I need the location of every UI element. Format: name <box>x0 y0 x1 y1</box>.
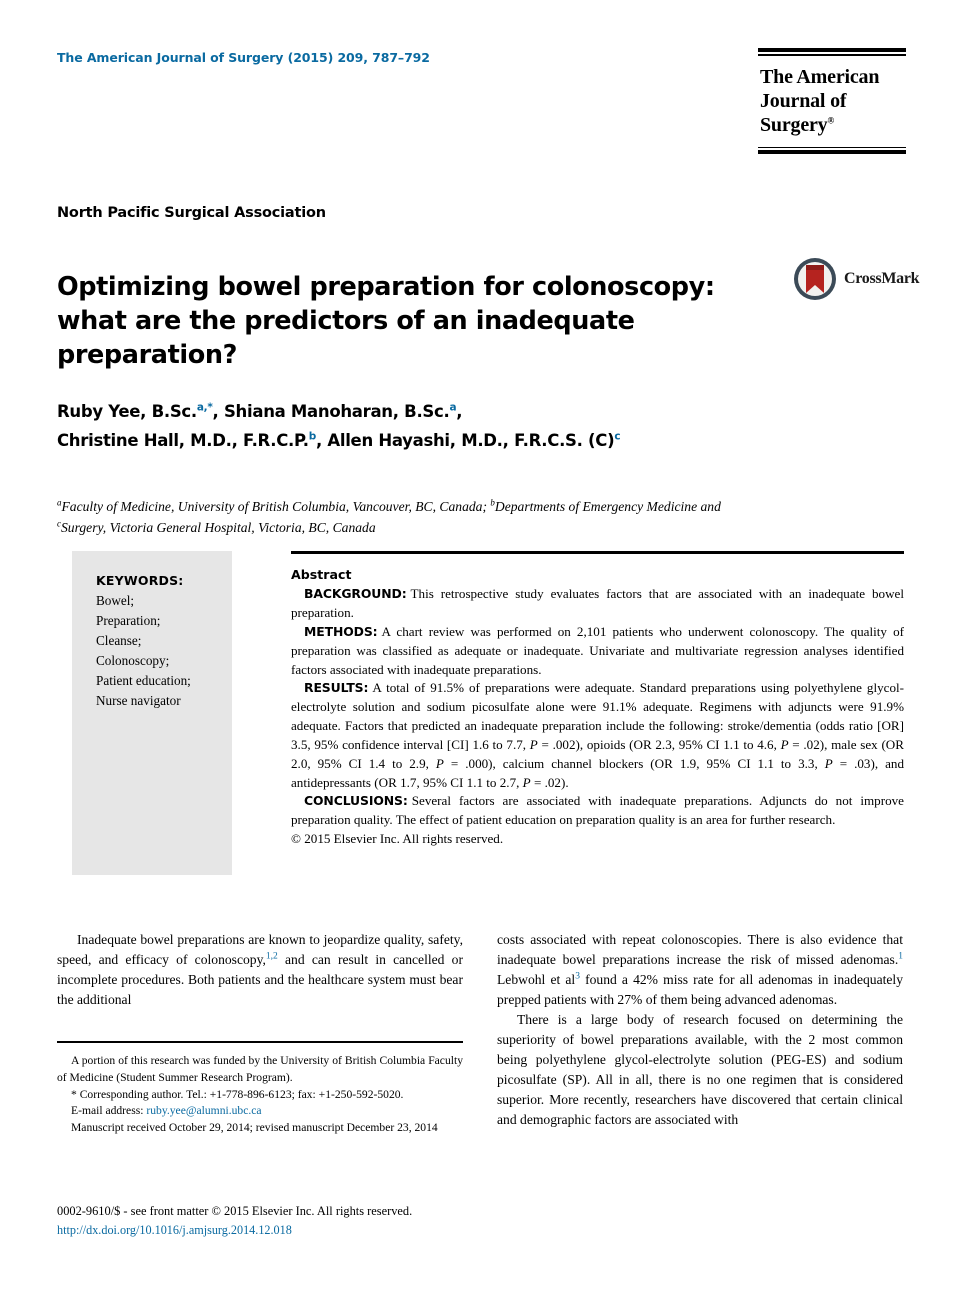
p-value-italic: P <box>824 755 833 771</box>
issn-line: 0002-9610/$ - see front matter © 2015 El… <box>57 1204 413 1218</box>
affiliation-b: Departments of Emergency Medicine and <box>494 499 721 514</box>
keyword-item: Patient education; <box>96 673 191 689</box>
crossmark-label: CrossMark <box>844 270 920 287</box>
abstract-results-text-2: = .002), opioids (OR 2.3, 95% CI 1.1 to … <box>537 736 781 752</box>
author-sep-3: , <box>315 430 328 450</box>
keyword-item: Colonoscopy; <box>96 653 170 669</box>
abstract-conclusions: CONCLUSIONS: Several factors are associat… <box>291 792 904 830</box>
p-value-italic: P <box>780 736 789 752</box>
email-link[interactable]: ruby.yee@alumni.ubc.ca <box>146 1104 261 1117</box>
author-line-1: Ruby Yee, B.Sc.a,*, Shiana Manoharan, B.… <box>57 398 757 427</box>
keyword-item: Bowel; <box>96 593 135 608</box>
author-name-4: Allen Hayashi, M.D., F.R.C.S. (C) <box>327 430 615 450</box>
footnotes: A portion of this research was funded by… <box>57 1053 463 1137</box>
author-name-2: Shiana Manoharan, B.Sc. <box>223 402 450 421</box>
keywords-list: Bowel; Preparation; Cleanse; Colonoscopy… <box>96 591 232 711</box>
abstract-background: BACKGROUND: This retrospective study eval… <box>291 585 904 623</box>
abstract-methods: METHODS: A chart review was performed on … <box>291 623 904 680</box>
author-sep-2: , <box>456 402 463 421</box>
body-column-left: Inadequate bowel preparations are known … <box>57 930 463 1010</box>
p-value-italic: P <box>435 755 444 771</box>
crossmark-icon <box>794 258 836 300</box>
keyword-item: Nurse navigator <box>96 693 181 709</box>
author-affil-marker-3: b <box>308 430 317 443</box>
corresponding-author-note: * Corresponding author. Tel.: +1-778-896… <box>57 1087 463 1104</box>
crossmark-badge[interactable]: CrossMark <box>793 256 920 302</box>
corresponding-text: Corresponding author. Tel.: +1-778-896-6… <box>79 1087 404 1101</box>
author-name-1: Ruby Yee, B.Sc. <box>57 402 197 421</box>
body-text: Lebwohl et al <box>497 971 576 987</box>
keyword-item: Preparation; <box>96 613 161 629</box>
abstract-results-text-4: = .000), calcium channel blockers (OR 1.… <box>443 755 825 771</box>
journal-article-page: The American Journal of Surgery (2015) 2… <box>0 0 960 1290</box>
author-affil-marker-1: a,* <box>196 401 213 414</box>
footnote-divider <box>57 1041 463 1043</box>
keywords-title: KEYWORDS: <box>96 573 184 588</box>
keyword-item: Cleanse; <box>96 633 142 649</box>
manuscript-dates: Manuscript received October 29, 2014; re… <box>71 1121 438 1135</box>
author-affil-marker-4: c <box>614 430 621 443</box>
body-paragraph: costs associated with repeat colonoscopi… <box>497 930 903 1010</box>
logo-text: The American Journal of Surgery® <box>758 56 906 147</box>
page-title: Optimizing bowel preparation for colonos… <box>57 272 715 371</box>
body-paragraph: There is a large body of research focuse… <box>497 1011 903 1127</box>
abstract-background-label: BACKGROUND: <box>304 586 407 602</box>
body-paragraph: Inadequate bowel preparations are known … <box>57 930 463 1010</box>
logo-line-1: The American <box>760 65 880 88</box>
citation-ref[interactable]: 1,2 <box>266 951 278 961</box>
registered-mark: ® <box>827 115 835 126</box>
citation-ref[interactable]: 1 <box>898 951 903 961</box>
abstract-conclusions-label: CONCLUSIONS: <box>304 793 408 809</box>
abstract-results-label: RESULTS: <box>304 680 369 696</box>
author-list: Ruby Yee, B.Sc.a,*, Shiana Manoharan, B.… <box>57 398 757 456</box>
affiliation-a: Faculty of Medicine, University of Briti… <box>61 499 491 514</box>
abstract-section: Abstract BACKGROUND: This retrospective s… <box>291 566 904 849</box>
logo-rule-bottom <box>758 146 906 155</box>
abstract-heading: Abstract <box>291 567 352 582</box>
abstract-results: RESULTS: A total of 91.5% of preparations… <box>291 679 904 792</box>
author-name-3: Christine Hall, M.D., F.R.C.P. <box>57 430 309 450</box>
affiliation-c: Surgery, Victoria General Hospital, Vict… <box>61 520 376 536</box>
abstract-results-text-6: = .02). <box>530 774 569 790</box>
logo-rule-top <box>758 48 906 56</box>
p-value-italic: P <box>529 736 538 752</box>
doi-link[interactable]: http://dx.doi.org/10.1016/j.amjsurg.2014… <box>57 1221 657 1239</box>
author-line-2: Christine Hall, M.D., F.R.C.P.b, Allen H… <box>57 427 757 456</box>
p-value-italic: P <box>522 774 531 790</box>
author-sep-1: , <box>212 402 224 421</box>
keywords-panel: KEYWORDS: Bowel; Preparation; Cleanse; C… <box>72 551 232 875</box>
funding-note: A portion of this research was funded by… <box>57 1054 463 1084</box>
page-footer: 0002-9610/$ - see front matter © 2015 El… <box>57 1202 657 1239</box>
corresponding-marker: * <box>71 1087 77 1101</box>
affiliations: aFaculty of Medicine, University of Brit… <box>57 496 757 538</box>
abstract-divider <box>291 551 904 554</box>
body-column-right: costs associated with repeat colonoscopi… <box>497 930 903 1130</box>
email-label: E-mail address: <box>71 1104 144 1118</box>
abstract-methods-label: METHODS: <box>304 623 378 639</box>
abstract-copyright: © 2015 Elsevier Inc. All rights reserved… <box>291 831 504 847</box>
body-text: costs associated with repeat colonoscopi… <box>497 932 903 967</box>
logo-line-2: Journal of Surgery® <box>760 89 847 137</box>
abstract-methods-text: A chart review was performed on 2,101 pa… <box>291 623 904 677</box>
email-note: E-mail address: ruby.yee@alumni.ubc.ca <box>57 1103 463 1120</box>
running-head: The American Journal of Surgery (2015) 2… <box>57 50 430 65</box>
journal-logo: The American Journal of Surgery® <box>758 48 906 155</box>
society-name: North Pacific Surgical Association <box>57 205 326 221</box>
